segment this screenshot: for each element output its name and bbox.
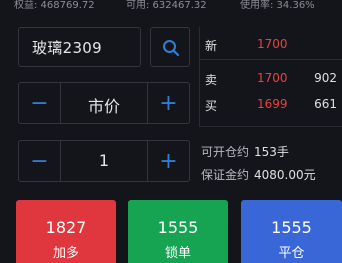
margin-label: 保证金约 — [201, 168, 250, 182]
plus-icon: + — [159, 148, 178, 174]
symbol-field[interactable]: 玻璃2309 — [18, 27, 141, 67]
openable-label: 可开仓约 — [201, 145, 250, 159]
bid-volume: 661 — [314, 97, 337, 111]
divider — [200, 126, 342, 127]
search-icon — [163, 40, 180, 57]
minus-icon: − — [30, 148, 49, 174]
bid-label: 买 — [205, 99, 218, 113]
openable-value: 153手 — [254, 145, 289, 159]
open-long-price: 1827 — [45, 218, 87, 237]
price-stepper: − 市价 + — [18, 82, 190, 124]
quantity-increase-button[interactable]: + — [147, 141, 189, 181]
lock-position-price: 1555 — [157, 218, 199, 237]
price-increase-button[interactable]: + — [147, 83, 189, 123]
close-position-price: 1555 — [271, 218, 312, 237]
search-button[interactable] — [150, 27, 190, 67]
ask-label: 卖 — [205, 73, 218, 87]
close-position-label: 平仓 — [278, 246, 305, 261]
open-long-label: 加多 — [52, 246, 79, 261]
quantity-value[interactable]: 1 — [61, 151, 147, 170]
lock-position-button[interactable]: 1555 锁单 — [128, 200, 228, 263]
lock-position-label: 锁单 — [164, 246, 191, 261]
last-price-label: 新 — [205, 39, 218, 53]
equity-text: 权益: 468769.72 — [14, 0, 95, 10]
order-book-panel: 新 1700 卖 1700 902 买 1699 661 — [199, 27, 342, 127]
margin-value: 4080.00元 — [254, 168, 316, 182]
plus-icon: + — [159, 90, 178, 116]
bid-price: 1699 — [257, 97, 288, 111]
price-decrease-button[interactable]: − — [19, 83, 61, 123]
quantity-stepper: − 1 + — [18, 140, 190, 182]
last-price-value: 1700 — [257, 37, 288, 51]
quantity-decrease-button[interactable]: − — [19, 141, 61, 181]
account-summary-bar: 权益: 468769.72 可用: 632467.32 使用率: 34.36% — [0, 0, 342, 10]
available-funds-text: 可用: 632467.32 — [126, 0, 207, 10]
open-long-button[interactable]: 1827 加多 — [16, 200, 116, 263]
close-position-button[interactable]: 1555 平仓 — [241, 200, 342, 263]
openable-row: 可开仓约 153手 — [201, 143, 289, 160]
usage-rate-text: 使用率: 34.36% — [240, 0, 315, 10]
ask-price: 1700 — [257, 71, 288, 85]
symbol-name: 玻璃2309 — [32, 39, 102, 57]
margin-row: 保证金约 4080.00元 — [201, 166, 316, 183]
price-type-value[interactable]: 市价 — [61, 93, 147, 117]
ask-volume: 902 — [314, 71, 337, 85]
minus-icon: − — [30, 90, 49, 116]
divider — [200, 59, 342, 60]
